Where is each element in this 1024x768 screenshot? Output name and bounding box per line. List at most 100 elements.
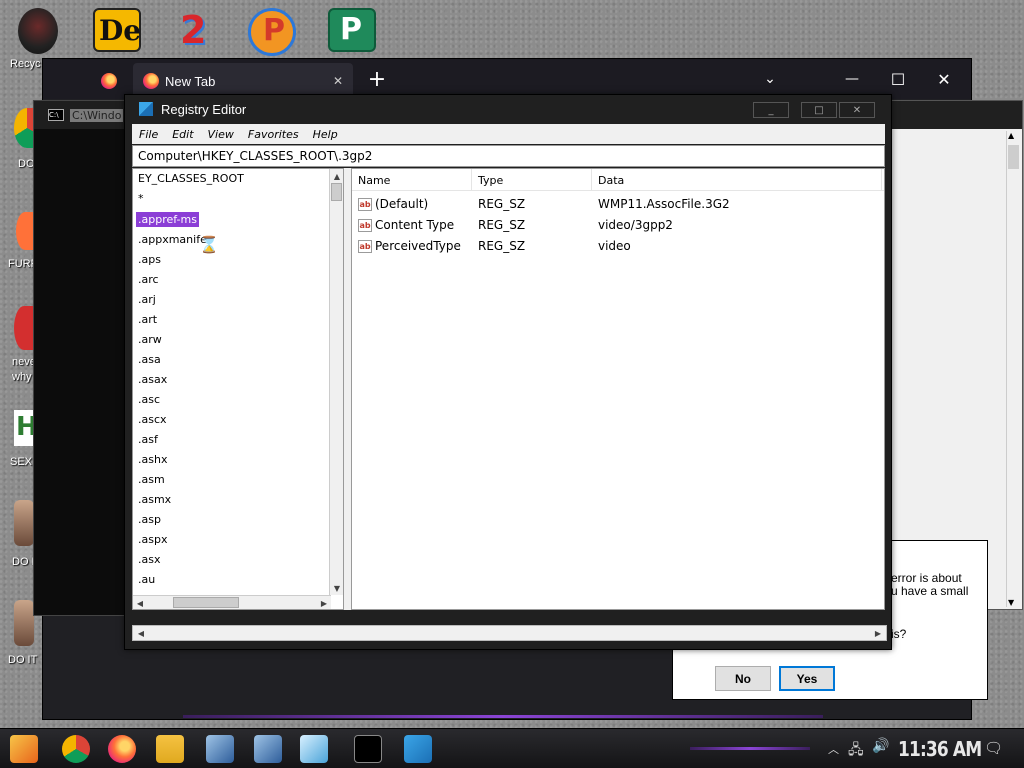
virtualbox-icon-2[interactable]	[254, 735, 282, 763]
tree-vertical-scrollbar[interactable]: ▲ ▼	[329, 169, 343, 595]
desktop-label-sex: SEX	[10, 456, 33, 468]
tree-item[interactable]: .arw	[136, 332, 164, 347]
value-name: (Default)	[375, 197, 429, 211]
tree-item[interactable]: .au	[136, 572, 157, 587]
p-app-icon[interactable]: P	[248, 8, 296, 56]
status-bar-scroll[interactable]: ◀ ▶	[132, 625, 887, 641]
no-button[interactable]: No	[715, 666, 771, 691]
tree-item[interactable]: .aps	[136, 252, 163, 267]
menu-favorites[interactable]: Favorites	[241, 128, 306, 141]
volume-icon[interactable]: 🔊	[872, 738, 889, 754]
regedit-close-button[interactable]: ✕	[839, 102, 875, 118]
registry-editor-window: Registry Editor _ □ ✕ File Edit View Fav…	[124, 94, 892, 650]
tree-item[interactable]: .asc	[136, 392, 162, 407]
bg-window-titlebar[interactable]	[886, 101, 1022, 129]
scroll-left-arrow-icon[interactable]: ◀	[135, 627, 147, 639]
menu-edit[interactable]: Edit	[165, 128, 200, 141]
close-button[interactable]: ✕	[921, 59, 967, 99]
minimize-button[interactable]: —	[829, 59, 875, 99]
tree-item[interactable]: .asa	[136, 352, 163, 367]
table-row[interactable]: ab PerceivedType REG_SZ video	[352, 236, 884, 256]
publisher-icon[interactable]: P	[328, 8, 376, 52]
tree-item[interactable]: .asm	[136, 472, 167, 487]
bg-window-scrollbar[interactable]: ▲ ▼	[1006, 131, 1020, 607]
hourglass-cursor-icon: ⌛	[199, 235, 219, 254]
address-bar[interactable]: Computer\HKEY_CLASSES_ROOT\.3gp2	[132, 145, 885, 167]
tree-item[interactable]: EY_CLASSES_ROOT	[136, 171, 246, 186]
taskbar-clock[interactable]: 11:36 AM	[898, 737, 982, 761]
start-button[interactable]	[10, 735, 38, 763]
value-type: REG_SZ	[478, 218, 526, 232]
scroll-up-arrow-icon[interactable]: ▲	[1008, 131, 1014, 140]
taskbar-accent	[690, 747, 810, 750]
list-all-tabs-icon[interactable]: ⌄	[747, 59, 793, 99]
tree-item[interactable]: .ashx	[136, 452, 169, 467]
tree-item[interactable]: .asx	[136, 552, 162, 567]
menu-file[interactable]: File	[132, 128, 165, 141]
tree-horizontal-scrollbar[interactable]: ◀ ▶	[133, 595, 331, 609]
scroll-right-arrow-icon[interactable]: ▶	[318, 597, 330, 609]
tree-item[interactable]: .aspx	[136, 532, 169, 547]
portrait-file-icon[interactable]	[14, 500, 34, 546]
h-app-icon[interactable]: H	[14, 410, 38, 446]
tab-close-icon[interactable]: ✕	[333, 74, 343, 88]
maximize-button[interactable]: ☐	[875, 59, 921, 99]
tree-item[interactable]: .ascx	[136, 412, 169, 427]
column-name[interactable]: Name	[352, 169, 472, 191]
scroll-thumb[interactable]	[173, 597, 239, 608]
table-row[interactable]: ab (Default) REG_SZ WMP11.AssocFile.3G2	[352, 194, 884, 214]
column-type[interactable]: Type	[472, 169, 592, 191]
values-column-header: Name Type Data	[352, 169, 884, 191]
regedit-minimize-button[interactable]: _	[753, 102, 789, 118]
portrait-file-icon-2[interactable]	[14, 600, 34, 646]
firefox-taskbar-icon[interactable]	[108, 735, 136, 763]
tree-item[interactable]: .asf	[136, 432, 160, 447]
tree-item[interactable]: .asmx	[136, 492, 173, 507]
scroll-thumb[interactable]	[331, 183, 342, 201]
tree-item[interactable]: *	[136, 191, 146, 206]
tree-item[interactable]: .arj	[136, 292, 158, 307]
cmd-title-text: C:\Windo	[70, 108, 124, 122]
show-hidden-icons-icon[interactable]: ︿	[828, 741, 839, 757]
media-app-icon[interactable]	[300, 735, 328, 763]
scroll-down-arrow-icon[interactable]: ▼	[1008, 598, 1014, 607]
scroll-down-arrow-icon[interactable]: ▼	[331, 582, 343, 594]
menu-help[interactable]: Help	[306, 128, 345, 141]
cmd-taskbar-icon[interactable]	[354, 735, 382, 763]
scroll-left-arrow-icon[interactable]: ◀	[134, 597, 146, 609]
column-data[interactable]: Data	[592, 169, 882, 191]
chrome-taskbar-icon[interactable]	[62, 735, 90, 763]
notification-icon[interactable]: 🗨	[984, 739, 1003, 757]
tree-item[interactable]: .appxmanife	[136, 232, 209, 247]
file-explorer-icon[interactable]	[156, 735, 184, 763]
regedit-taskbar-icon[interactable]	[404, 735, 432, 763]
network-icon[interactable]: 🖧	[848, 739, 864, 763]
tree-item[interactable]: .asp	[136, 512, 163, 527]
registry-tree-pane[interactable]: EY_CLASSES_ROOT * .appref-ms .appxmanife…	[132, 168, 344, 610]
scroll-up-arrow-icon[interactable]: ▲	[331, 170, 343, 182]
tree-item[interactable]: .asax	[136, 372, 169, 387]
tree-item[interactable]: .art	[136, 312, 159, 327]
regedit-maximize-button[interactable]: □	[801, 102, 837, 118]
table-row[interactable]: ab Content Type REG_SZ video/3gpp2	[352, 215, 884, 235]
dialog-text-line-2: u have a small	[891, 584, 969, 598]
virtualbox-icon[interactable]	[206, 735, 234, 763]
firefox-desktop-icon[interactable]	[16, 212, 34, 250]
scroll-right-arrow-icon[interactable]: ▶	[872, 627, 884, 639]
recycle-bin-icon[interactable]	[18, 8, 58, 54]
dc-app-icon[interactable]	[14, 306, 34, 350]
tree-item-selected[interactable]: .appref-ms	[136, 212, 199, 227]
scroll-thumb[interactable]	[1008, 145, 1019, 169]
registry-values-pane[interactable]: Name Type Data ab (Default) REG_SZ WMP11.…	[351, 168, 885, 610]
regedit-title: Registry Editor	[161, 101, 247, 117]
cmd-icon: C:\	[48, 109, 64, 121]
menu-view[interactable]: View	[201, 128, 241, 141]
number-two-app-icon[interactable]: 2	[170, 8, 218, 52]
firefox-icon	[143, 73, 159, 89]
de-app-icon[interactable]: De	[93, 8, 141, 52]
value-type: REG_SZ	[478, 197, 526, 211]
new-tab-button[interactable]: +	[355, 59, 399, 99]
tree-item[interactable]: .arc	[136, 272, 161, 287]
pane-splitter[interactable]	[344, 168, 351, 610]
yes-button[interactable]: Yes	[779, 666, 835, 691]
